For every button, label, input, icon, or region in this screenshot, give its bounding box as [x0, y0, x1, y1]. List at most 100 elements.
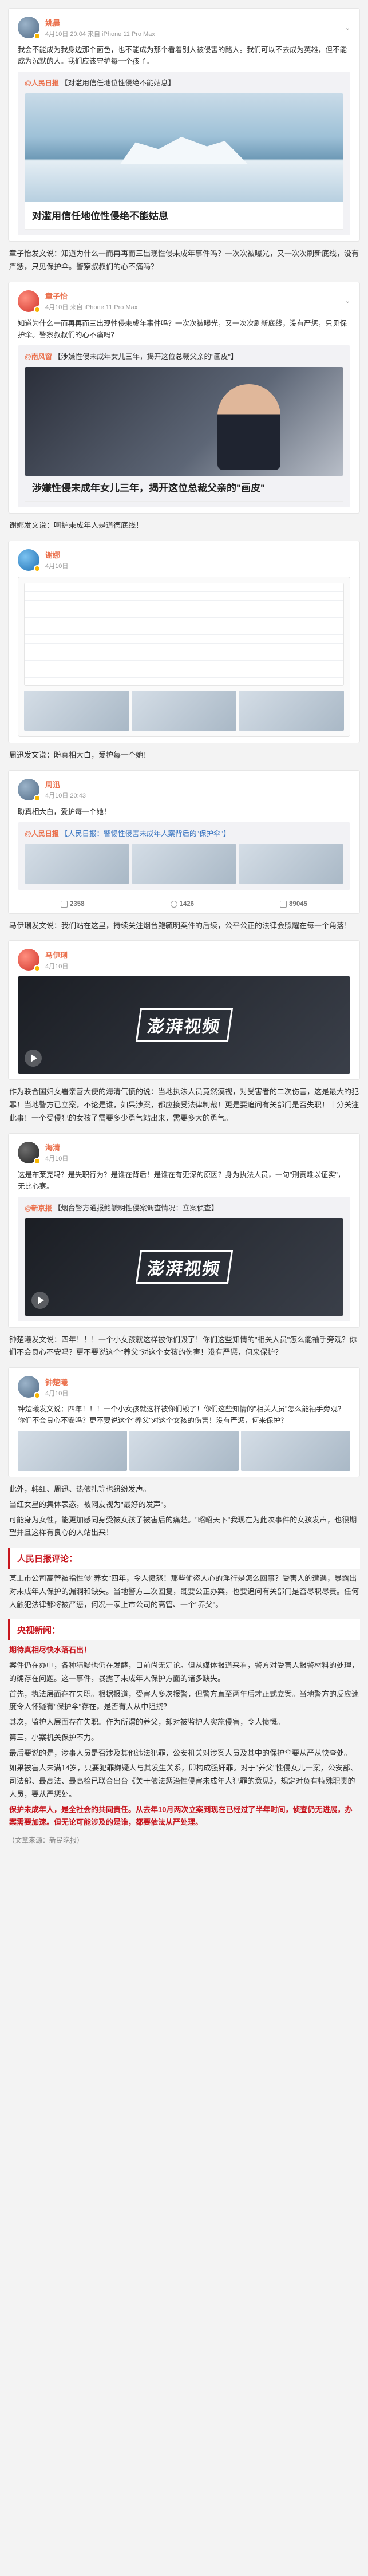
repost-block[interactable]: @人民日报 【对滥用信任地位性侵绝不能姑息】 对滥用信任地位性侵绝不能姑息 — [18, 72, 350, 235]
weibo-post-xiena: 谢娜 4月10日 — [8, 540, 360, 743]
repost-text: 【对滥用信任地位性侵绝不能姑息】 — [61, 79, 176, 87]
comment-button[interactable]: 1426 — [170, 900, 195, 908]
post-header: 章子怡 4月10日 来自 iPhone 11 Pro Max ⌄ — [18, 290, 350, 313]
repost-user[interactable]: @新京报 — [25, 1204, 52, 1212]
play-icon[interactable] — [31, 1291, 49, 1309]
page: 姚晨 4月10日 20:04 来自 iPhone 11 Pro Max ⌄ 我会… — [0, 8, 368, 1856]
username[interactable]: 周迅 — [45, 779, 86, 790]
repost-user[interactable]: @人民日报 — [25, 830, 59, 838]
repost-block[interactable]: @新京报 【烟台警方通报鲍毓明性侵案调查情况：立案侦查】 澎湃视频 — [18, 1196, 350, 1321]
image-grid[interactable] — [24, 690, 344, 731]
username[interactable]: 马伊琍 — [45, 949, 68, 960]
repost-user[interactable]: @南风窗 — [25, 353, 52, 361]
comment-summary: 当红女星的集体表态，被网友视为"最好的发声"。 — [9, 1500, 171, 1509]
post-text: 我会不能成为我身边那个面色，也不能成为那个看着别人被侵害的路人。我们可以不去成为… — [18, 46, 347, 65]
username[interactable]: 姚晨 — [45, 17, 155, 28]
cctv-paragraph: 最后要说的是，涉事人员是否涉及其他违法犯罪，公安机关对涉案人员及其中的保护伞要从… — [9, 1748, 352, 1757]
repost-user[interactable]: @人民日报 — [25, 79, 59, 87]
section-title-rmrb: 人民日报评论： — [8, 1548, 360, 1569]
username[interactable]: 章子怡 — [45, 290, 137, 301]
section-title-cctv: 央视新闻： — [8, 1619, 360, 1641]
cctv-paragraph: 第三，小案机关保护不力。 — [9, 1733, 99, 1742]
verified-badge-icon — [34, 965, 41, 972]
repost-block[interactable]: @人民日报 【人民日报：警惕性侵害未成年人案背后的"保护伞"】 — [18, 822, 350, 890]
avatar[interactable] — [18, 17, 41, 40]
repost-button[interactable]: 2358 — [60, 900, 85, 908]
comment-icon — [170, 900, 177, 908]
avatar[interactable] — [18, 290, 41, 313]
screenshot-image — [24, 582, 344, 686]
rmrb-comment: 某上市公司高管被指性侵"养女"四年，令人愤怒！那些偷盗人心的淫行是怎么回事？受害… — [9, 1574, 359, 1609]
comment-zhangziyi: 章子怡发文说：知道为什么一而再再而三出现性侵未成年事件吗？一次次被曝光，又一次次… — [9, 249, 359, 271]
article-image[interactable] — [25, 93, 343, 202]
username[interactable]: 钟楚曦 — [45, 1376, 68, 1387]
avatar[interactable] — [18, 1376, 41, 1399]
like-count: 89045 — [289, 900, 308, 908]
repost-block[interactable]: @南风窗 【涉嫌性侵未成年女儿三年，揭开这位总裁父亲的"画皮"】 涉嫌性侵未成年… — [18, 345, 350, 508]
repost-block[interactable] — [18, 576, 350, 737]
comment-zhouxun: 周迅发文说：盼真相大白，爱护每一个她！ — [9, 750, 151, 759]
post-header: 周迅 4月10日 20:43 — [18, 778, 350, 802]
cctv-paragraph: 如果被害人未满14岁，只要犯罪嫌疑人与其发生关系，即构成强奸罪。对于"养父"性侵… — [9, 1764, 358, 1798]
weibo-post-haiqing: 海清 4月10日 这是布莱克吗？是失职行为？是谁在背后！是谁在有更深的原因？身为… — [8, 1133, 360, 1328]
chevron-down-icon[interactable]: ⌄ — [345, 297, 350, 305]
chevron-down-icon[interactable]: ⌄ — [345, 24, 350, 31]
verified-badge-icon — [34, 1157, 41, 1165]
post-header: 谢娜 4月10日 — [18, 549, 350, 572]
video-logo: 澎湃视频 — [135, 1250, 233, 1284]
post-header: 姚晨 4月10日 20:04 来自 iPhone 11 Pro Max ⌄ — [18, 17, 350, 40]
article-caption[interactable]: 对滥用信任地位性侵绝不能姑息 — [25, 202, 343, 230]
post-text: 钟楚曦发文说：四年！！！一个小女孩就这样被你们毁了！你们这些知情的"相关人员"怎… — [18, 1405, 345, 1425]
repost-icon — [60, 900, 68, 908]
cctv-paragraph: 首先，执法层面存在失职。根据报道，受害人多次报警，但警方直至两年后才正式立案。当… — [9, 1689, 359, 1711]
post-meta: 4月10日 — [45, 962, 69, 970]
post-text: 知道为什么一而再再而三出现性侵未成年事件吗？一次次被曝光，又一次次刷新底线，没有… — [18, 319, 347, 339]
verified-badge-icon — [34, 306, 41, 313]
avatar[interactable] — [18, 1141, 41, 1165]
comment-xiena: 谢娜发文说：呵护未成年人是道德底线！ — [9, 521, 144, 530]
weibo-post-zhangziyi: 章子怡 4月10日 来自 iPhone 11 Pro Max ⌄ 知道为什么一而… — [8, 281, 360, 514]
repost-text: 【烟台警方通报鲍毓明性侵案调查情况：立案侦查】 — [54, 1204, 219, 1212]
iceberg-image — [25, 93, 343, 202]
avatar[interactable] — [18, 778, 41, 802]
comment-count: 1426 — [179, 900, 195, 908]
video-player[interactable]: 澎湃视频 — [25, 1218, 343, 1316]
post-meta: 4月10日 — [45, 563, 69, 570]
image-grid[interactable] — [18, 1431, 350, 1472]
verified-badge-icon — [34, 33, 41, 40]
news-photo — [25, 366, 343, 476]
image-grid[interactable] — [25, 843, 343, 884]
post-meta: 4月10日 — [45, 1390, 69, 1397]
post-header: 马伊琍 4月10日 — [18, 949, 350, 972]
username[interactable]: 海清 — [45, 1142, 68, 1153]
comment-zhongchuxi: 钟楚曦发文说：四年！！！一个小女孩就这样被你们毁了！你们这些知情的"相关人员"怎… — [9, 1335, 357, 1357]
repost-text[interactable]: 【人民日报：警惕性侵害未成年人案背后的"保护伞"】 — [61, 830, 230, 838]
video-player[interactable]: 澎湃视频 — [18, 976, 350, 1074]
weibo-post-zhouxun: 周迅 4月10日 20:43 盼真相大白，爱护每一个她！ @人民日报 【人民日报… — [8, 770, 360, 914]
article-caption[interactable]: 涉嫌性侵未成年女儿三年，揭开这位总裁父亲的"画皮" — [25, 475, 343, 502]
cctv-paragraph: 保护未成年人，是全社会的共同责任。从去年10月两次立案到现在已经过了半年时间，侦… — [9, 1805, 353, 1827]
avatar[interactable] — [18, 949, 41, 972]
post-meta: 4月10日 来自 iPhone 11 Pro Max — [45, 304, 138, 311]
post-meta: 4月10日 20:04 来自 iPhone 11 Pro Max — [45, 30, 155, 38]
video-logo: 澎湃视频 — [135, 1008, 233, 1042]
weibo-post-yaochen: 姚晨 4月10日 20:04 来自 iPhone 11 Pro Max ⌄ 我会… — [8, 8, 360, 242]
weibo-post-zhongchuxi: 钟楚曦 4月10日 钟楚曦发文说：四年！！！一个小女孩就这样被你们毁了！你们这些… — [8, 1367, 360, 1478]
post-text: 盼真相大白，爱护每一个她！ — [18, 807, 111, 816]
verified-badge-icon — [34, 565, 41, 572]
like-button[interactable]: 89045 — [280, 900, 308, 908]
post-meta: 4月10日 — [45, 1155, 69, 1163]
comment-haiqing: 作为联合国妇女署亲善大使的海清气愤的说：当地执法人员竟然漠视，对受害者的二次伤害… — [9, 1087, 359, 1122]
play-icon[interactable] — [25, 1050, 42, 1067]
verified-badge-icon — [34, 1392, 41, 1399]
action-bar: 2358 1426 89045 — [18, 895, 350, 908]
weibo-post-mayili: 马伊琍 4月10日 澎湃视频 — [8, 940, 360, 1080]
post-meta: 4月10日 20:43 — [45, 792, 86, 800]
cctv-paragraph: 其次，监护人层面存在失职。作为所谓的养父，却对被监护人实施侵害，令人愤慨。 — [9, 1718, 285, 1727]
article-image[interactable] — [25, 366, 343, 476]
source-note: （文章来源：新民晚报） — [8, 1836, 84, 1845]
post-header: 钟楚曦 4月10日 — [18, 1376, 350, 1399]
avatar[interactable] — [18, 549, 41, 572]
comment-others: 此外，韩红、周迅、热依扎等也纷纷发声。 — [9, 1485, 151, 1494]
username[interactable]: 谢娜 — [45, 549, 68, 560]
